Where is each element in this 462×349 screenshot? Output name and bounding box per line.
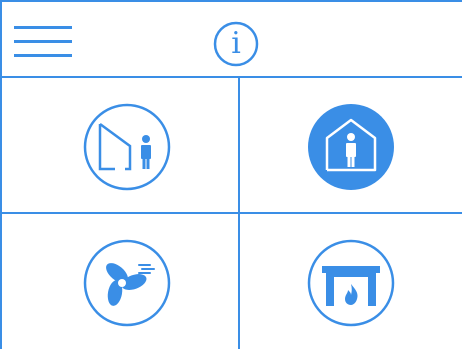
home-mode-icon xyxy=(308,104,394,190)
away-mode-icon xyxy=(83,103,171,191)
fan-icon xyxy=(83,239,171,327)
top-bar: i xyxy=(2,2,462,78)
tile-away-mode[interactable] xyxy=(2,78,238,212)
tile-home-mode[interactable] xyxy=(240,78,462,212)
info-button[interactable]: i xyxy=(212,20,260,68)
tile-ventilation[interactable] xyxy=(2,214,238,349)
info-glyph: i xyxy=(231,26,241,61)
tile-fireplace[interactable] xyxy=(240,214,462,349)
menu-button[interactable] xyxy=(14,24,74,64)
hamburger-menu-icon xyxy=(14,26,72,57)
fireplace-icon xyxy=(307,239,395,327)
